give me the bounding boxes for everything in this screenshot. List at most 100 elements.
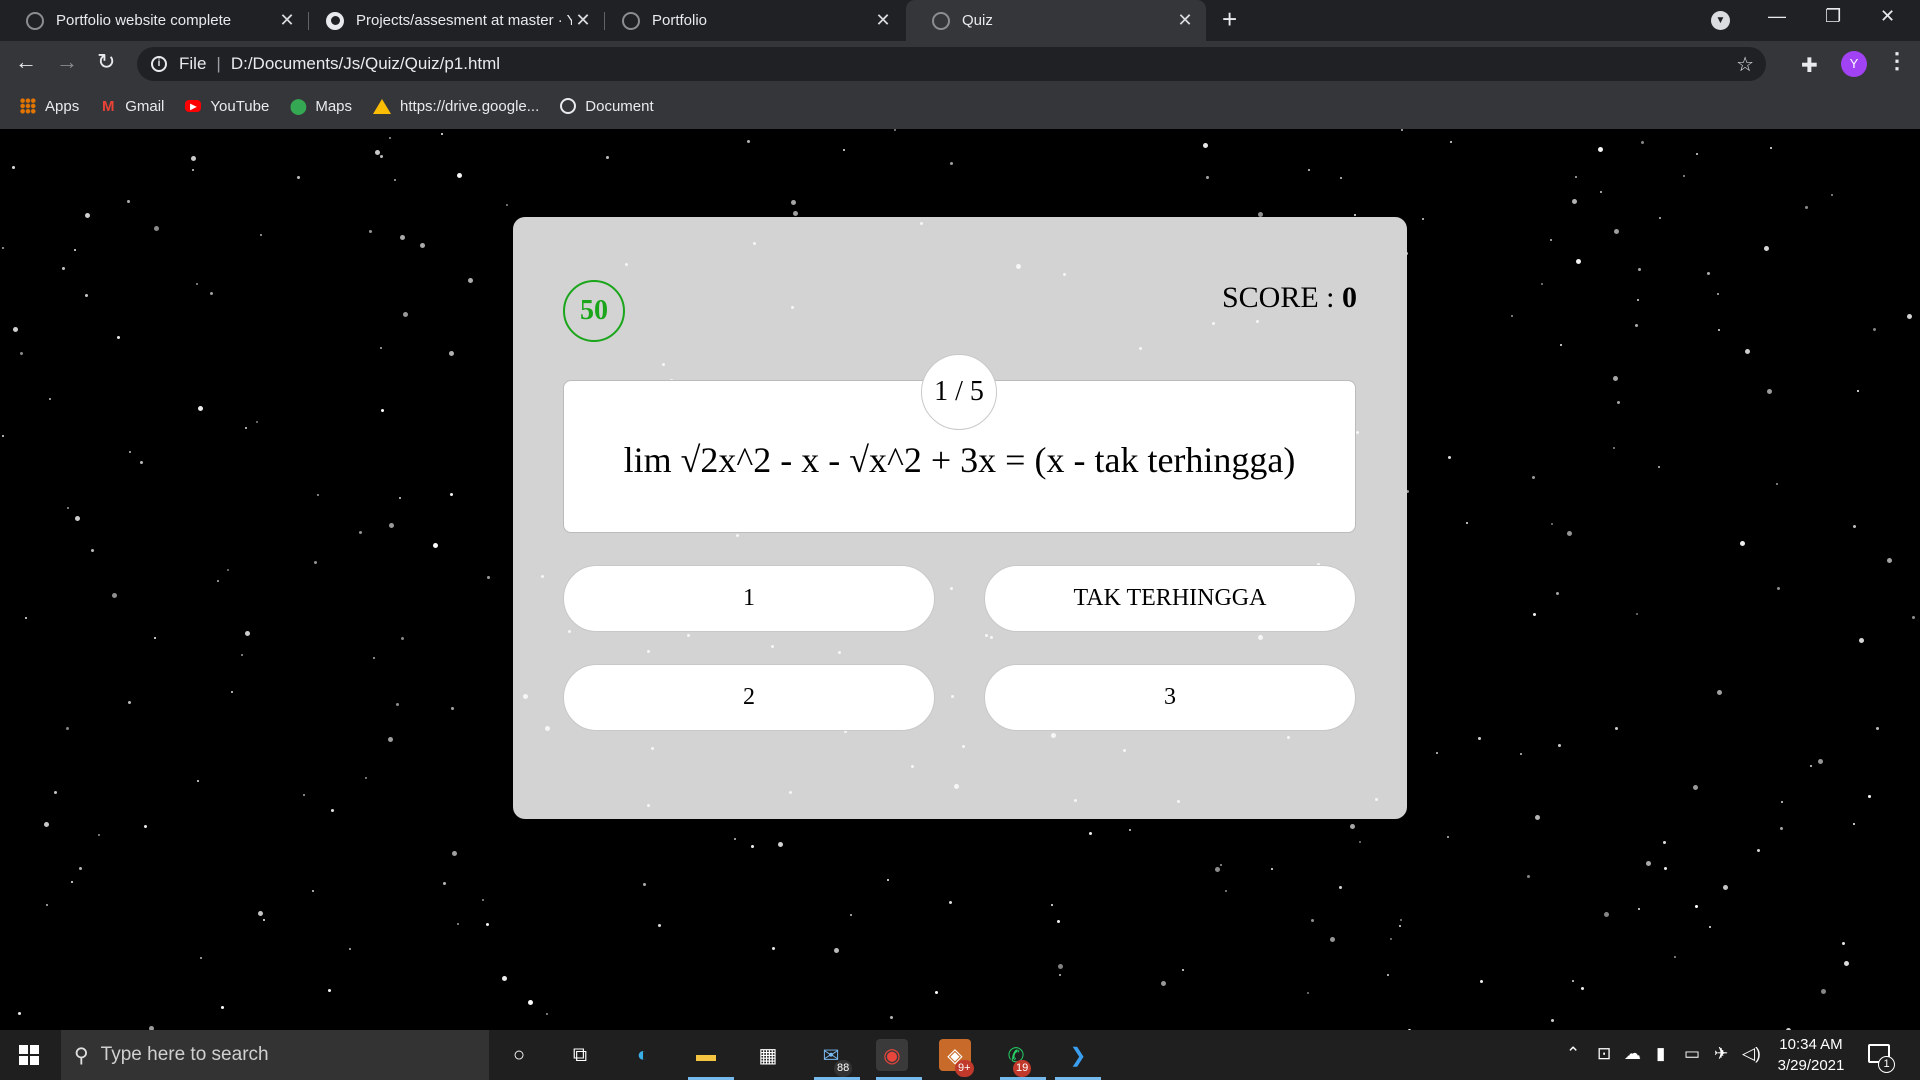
back-icon[interactable]: ←	[15, 49, 37, 75]
close-icon[interactable]: ✕	[1174, 10, 1196, 31]
new-tab-button[interactable]: +	[1222, 4, 1237, 35]
star-dot	[191, 156, 196, 161]
star-dot	[1646, 861, 1651, 866]
tab-portfolio[interactable]: Portfolio ✕	[596, 0, 904, 41]
file-explorer-icon[interactable]: ▬	[690, 1039, 722, 1071]
edge-icon[interactable]: ◐	[627, 1039, 659, 1071]
star-dot	[20, 352, 23, 355]
forward-icon[interactable]: →	[56, 49, 78, 75]
answer-button-3[interactable]: 2	[563, 664, 935, 731]
bookmark-drive[interactable]: https://drive.google...	[373, 98, 539, 115]
snow-dot	[1375, 798, 1378, 801]
battery-icon[interactable]: ▭	[1684, 1044, 1700, 1064]
star-dot	[1600, 191, 1602, 193]
star-dot	[1532, 476, 1535, 479]
mail-badge: 88	[834, 1060, 853, 1077]
close-icon[interactable]: ✕	[276, 10, 298, 31]
close-icon[interactable]: ✕	[572, 10, 594, 31]
microphone-icon[interactable]: ▮	[1656, 1044, 1665, 1064]
star-dot	[1658, 466, 1660, 468]
search-icon: ⚲	[74, 1044, 89, 1067]
tab-portfolio-website[interactable]: Portfolio website complete ✕	[0, 0, 308, 41]
address-bar[interactable]: i File | D:/Documents/Js/Quiz/Quiz/p1.ht…	[137, 47, 1766, 81]
star-dot	[1709, 926, 1711, 928]
star-dot	[1638, 268, 1641, 271]
volume-icon[interactable]: ◁)	[1742, 1044, 1761, 1064]
snow-dot	[568, 630, 571, 633]
address-path: D:/Documents/Js/Quiz/Quiz/p1.html	[230, 54, 501, 73]
star-dot	[260, 234, 262, 236]
star-dot	[1550, 239, 1552, 241]
minimize-icon[interactable]: —	[1768, 6, 1786, 27]
reload-icon[interactable]: ↻	[97, 49, 115, 75]
task-view-icon[interactable]: ⧉	[564, 1039, 596, 1071]
vscode-icon[interactable]: ❯	[1062, 1039, 1094, 1071]
answer-button-1[interactable]: 1	[563, 565, 935, 632]
star-dot	[245, 631, 250, 636]
notification-count-badge: 1	[1878, 1056, 1895, 1073]
star-dot	[793, 211, 798, 216]
star-dot	[1842, 942, 1845, 945]
window-close-icon[interactable]: ✕	[1880, 6, 1895, 27]
taskbar-clock[interactable]: 10:34 AM 3/29/2021	[1765, 1034, 1857, 1076]
star-dot	[449, 351, 454, 356]
star-dot	[643, 883, 646, 886]
cortana-icon[interactable]: ○	[503, 1039, 535, 1071]
taskbar-search-input[interactable]: ⚲ Type here to search	[61, 1030, 489, 1080]
info-icon[interactable]: i	[151, 56, 167, 72]
star-dot	[546, 1013, 548, 1015]
tab-title: Portfolio website complete	[56, 12, 232, 29]
star-dot	[606, 156, 609, 159]
tab-projects-github[interactable]: Projects/assesment at master · Yo ✕	[300, 0, 604, 41]
onedrive-cloud-icon[interactable]: ☁	[1624, 1044, 1641, 1064]
bookmark-gmail[interactable]: M Gmail	[100, 98, 164, 115]
star-dot	[1857, 390, 1859, 392]
tray-chevron-up-icon[interactable]: ⌃	[1566, 1044, 1580, 1064]
star-dot	[751, 845, 754, 848]
answer-button-4[interactable]: 3	[984, 664, 1356, 731]
star-dot	[843, 149, 845, 151]
star-dot	[1818, 759, 1823, 764]
windows-start-icon[interactable]	[19, 1045, 39, 1065]
bookmark-label: Document	[585, 97, 654, 115]
star-dot	[1745, 349, 1750, 354]
tab-quiz[interactable]: Quiz ✕	[906, 0, 1206, 41]
star-dot	[1777, 587, 1780, 590]
star-dot	[2, 247, 4, 249]
snow-dot	[911, 765, 914, 768]
bookmark-star-icon[interactable]: ☆	[1736, 52, 1754, 77]
star-dot	[1511, 315, 1513, 317]
score-display: SCORE : 0	[1222, 281, 1357, 315]
star-dot	[441, 133, 443, 135]
snow-dot	[736, 534, 739, 537]
snow-dot	[1139, 347, 1142, 350]
bookmark-document[interactable]: Document	[560, 97, 654, 115]
profile-avatar[interactable]: Y	[1841, 51, 1867, 77]
snow-dot	[545, 726, 550, 731]
answer-button-2[interactable]: TAK TERHINGGA	[984, 565, 1356, 632]
snow-dot	[625, 263, 628, 266]
star-dot	[1436, 752, 1438, 754]
camera-icon[interactable]: ⊡	[1597, 1044, 1611, 1064]
airplane-mode-icon[interactable]: ✈	[1714, 1044, 1728, 1064]
tab-search-icon[interactable]: ▼	[1711, 11, 1730, 30]
star-dot	[1478, 737, 1481, 740]
star-dot	[129, 451, 131, 453]
close-icon[interactable]: ✕	[872, 10, 894, 31]
github-icon	[326, 11, 344, 30]
star-dot	[1912, 616, 1915, 619]
star-dot	[1764, 246, 1769, 251]
bookmark-apps[interactable]: Apps	[20, 98, 79, 115]
menu-kebab-icon[interactable]: ⋮	[1886, 48, 1908, 74]
chrome-icon[interactable]: ◉	[876, 1039, 908, 1071]
star-dot	[1390, 938, 1392, 940]
store-icon[interactable]: ▦	[752, 1039, 784, 1071]
star-dot	[528, 1000, 533, 1005]
snow-dot	[1063, 273, 1066, 276]
bookmark-youtube[interactable]: ▶ YouTube	[185, 98, 269, 115]
extensions-puzzle-icon[interactable]: ✚	[1801, 53, 1818, 78]
bookmark-maps[interactable]: ⬤ Maps	[290, 98, 352, 116]
restore-icon[interactable]: ❐	[1825, 6, 1841, 27]
star-dot	[1556, 592, 1559, 595]
star-dot	[887, 879, 889, 881]
